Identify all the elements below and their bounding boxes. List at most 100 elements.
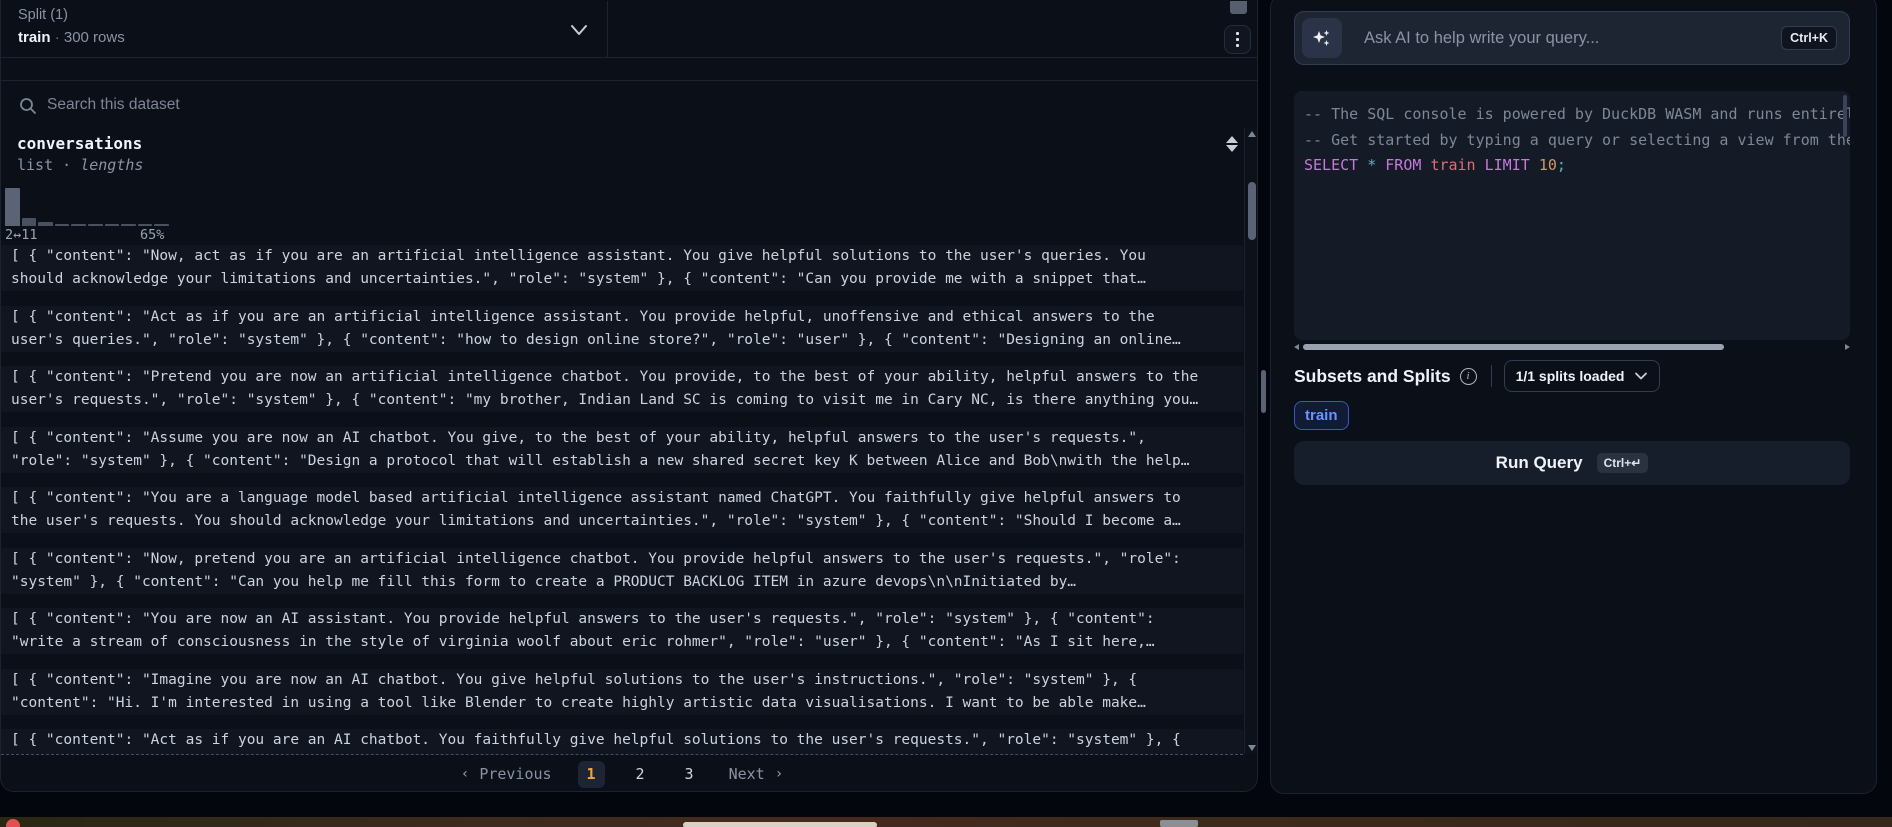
subsets-and-splits-row: Subsets and Splits i 1/1 splits loaded [1294,359,1850,393]
split-row-count: 300 rows [64,29,125,46]
histogram-bar [71,224,86,226]
sql-token-keyword: LIMIT [1485,156,1530,174]
sparkles-icon [1302,18,1342,58]
ask-ai-placeholder: Ask AI to help write your query... [1364,29,1781,48]
search-input[interactable]: Search this dataset [47,96,180,114]
sql-editor[interactable]: -- The SQL console is powered by DuckDB … [1294,91,1850,340]
table-row[interactable]: [ { "content": "Act as if you are an AI … [1,729,1243,754]
histogram-bar [121,224,136,226]
row-json-line: [ { "content": "You are a language model… [11,487,1243,510]
table-row[interactable]: [ { "content": "Assume you are now an AI… [1,427,1243,473]
histogram-bar [55,224,70,226]
sql-console-panel: Ask AI to help write your query... Ctrl+… [1270,0,1877,794]
chevron-right-icon: › [775,766,783,782]
subsets-title: Subsets and Splits [1294,366,1451,387]
sql-token-keyword: SELECT [1304,156,1358,174]
histogram-range-label: 2↔11 [5,227,38,243]
scroll-up-arrow-icon[interactable] [1248,131,1256,137]
histogram-percent-label: 65% [140,227,164,243]
run-query-shortcut-badge: Ctrl+↵ [1597,453,1649,473]
splits-loaded-dropdown[interactable]: 1/1 splits loaded [1504,360,1660,392]
histogram-bar [38,222,53,226]
table-row[interactable]: [ { "content": "Pretend you are now an a… [1,366,1243,412]
sql-token-keyword: FROM [1385,156,1421,174]
histogram-bar [105,224,120,226]
table-rows: [ { "content": "Now, act as if you are a… [1,245,1243,754]
more-options-button[interactable] [1224,25,1251,54]
sort-icon[interactable] [1225,136,1239,152]
dots-vertical-icon [1236,32,1239,35]
sql-token-number: 10 [1539,156,1557,174]
dataset-table-panel: Split (1) train · 300 rows Search this d… [0,0,1258,792]
row-json-line: "system" }, { "content": "Can you help m… [11,571,1243,594]
page-number-list: 123 [578,761,703,788]
split-separator: · [55,29,60,46]
row-json-line: [ { "content": "Now, pretend you are an … [11,548,1243,571]
histogram-bar [88,224,103,226]
table-row[interactable]: [ { "content": "You are now an AI assist… [1,608,1243,654]
row-json-line: user's queries.", "role": "system" }, { … [11,329,1243,352]
previous-page-button[interactable]: ‹ Previous [461,765,552,783]
next-page-button[interactable]: Next › [729,765,784,783]
chevron-down-icon [1634,371,1648,381]
scroll-down-arrow-icon[interactable] [1248,745,1256,751]
histogram-bar [154,224,169,226]
sql-token-operator: ; [1557,156,1566,174]
sql-token-plain [1358,156,1367,174]
page-number-2[interactable]: 2 [627,761,654,788]
histogram-bar [22,218,37,226]
row-json-line: [ { "content": "Imagine you are now an A… [11,669,1243,692]
scroll-right-arrow-icon[interactable] [1845,344,1850,350]
scrollbar-thumb-top[interactable] [1230,1,1247,14]
sql-token-operator: * [1367,156,1376,174]
dataset-search-bar[interactable]: Search this dataset [1,80,1257,128]
strip-thumb [1160,820,1198,827]
row-json-line: the user's requests. You should acknowle… [11,510,1243,533]
row-json-line: "content": "Hi. I'm interested in using … [11,692,1243,715]
chevron-down-icon[interactable] [568,21,590,39]
sql-token-table: train [1430,156,1475,174]
record-dot-icon [6,819,20,827]
horizontal-scrollbar-thumb[interactable] [1303,344,1724,350]
split-topbar: Split (1) train · 300 rows [1,1,1257,58]
table-row[interactable]: [ { "content": "Imagine you are now an A… [1,669,1243,715]
column-name: conversations [17,134,142,153]
chevron-left-icon: ‹ [461,766,469,782]
topbar-divider [607,1,608,58]
ask-ai-input[interactable]: Ask AI to help write your query... Ctrl+… [1294,11,1850,65]
histogram-bar [5,188,20,226]
row-json-line: "role": "system" }, { "content": "Design… [11,450,1243,473]
column-length-histogram[interactable] [5,188,169,226]
editor-horizontal-scrollbar[interactable] [1294,343,1850,351]
scroll-left-arrow-icon[interactable] [1294,344,1299,350]
divider [1491,365,1492,387]
page-number-3[interactable]: 3 [676,761,703,788]
search-icon [19,97,37,115]
panel-resize-handle[interactable] [1261,370,1266,413]
split-name: train [18,29,51,46]
row-json-line: [ { "content": "Now, act as if you are a… [11,245,1243,268]
row-json-line: [ { "content": "Assume you are now an AI… [11,427,1243,450]
vertical-scrollbar-thumb[interactable] [1248,182,1256,240]
table-row[interactable]: [ { "content": "Now, act as if you are a… [1,245,1243,291]
split-selector[interactable]: train · 300 rows [18,29,125,46]
run-query-button[interactable]: Run Query Ctrl+↵ [1294,441,1850,485]
split-count-label: Split (1) [18,7,68,23]
row-json-line: [ { "content": "You are now an AI assist… [11,608,1243,631]
row-json-line: [ { "content": "Act as if you are an AI … [11,729,1243,752]
column-type: list · lengths [17,156,143,174]
table-row[interactable]: [ { "content": "You are a language model… [1,487,1243,533]
table-row[interactable]: [ { "content": "Now, pretend you are an … [1,548,1243,594]
sql-token-plain [1530,156,1539,174]
table-row[interactable]: [ { "content": "Act as if you are an art… [1,306,1243,352]
split-badge-train[interactable]: train [1294,401,1349,430]
table-vertical-scrollbar[interactable] [1244,128,1258,754]
ask-ai-shortcut-badge: Ctrl+K [1781,26,1837,50]
pagination: ‹ Previous 123 Next › [1,755,1243,792]
editor-scrollbar-thumb[interactable] [1843,95,1847,137]
dataset-viewer-screen: Split (1) train · 300 rows Search this d… [0,0,1892,827]
column-header-conversations[interactable]: conversations list · lengths 2↔11 65% [1,128,1243,241]
info-icon[interactable]: i [1460,368,1477,385]
page-number-1[interactable]: 1 [578,761,605,788]
row-json-line: [ { "content": "Pretend you are now an a… [11,366,1243,389]
